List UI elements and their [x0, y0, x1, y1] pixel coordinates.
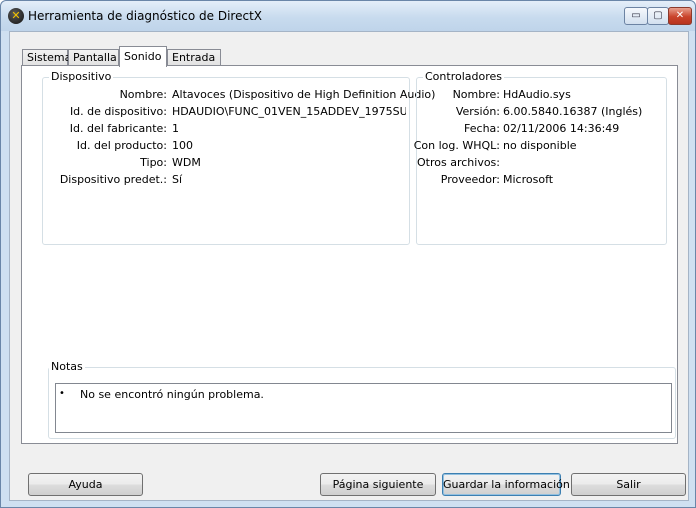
device-type-value: WDM	[172, 156, 201, 169]
default-device-label: Dispositivo predet.:	[59, 173, 167, 186]
default-device-value: Sí	[172, 173, 183, 186]
whql-row: Con log. WHQL: no disponible	[413, 139, 668, 153]
minimize-icon: ▭	[631, 10, 641, 21]
maximize-button[interactable]: ▢	[647, 7, 669, 25]
device-group: Dispositivo Nombre: Altavoces (Dispositi…	[42, 70, 436, 245]
device-id-value: HDAUDIO\FUNC_01VEN_15ADDEV_1975SUBSYS_1	[172, 105, 406, 118]
note-item: No se encontró ningún problema.	[80, 388, 264, 401]
device-group-title: Dispositivo	[49, 70, 114, 83]
manufacturer-id-label: Id. del fabricante:	[69, 122, 167, 135]
other-files-row: Otros archivos:	[417, 156, 668, 170]
help-button[interactable]: Ayuda	[28, 473, 143, 496]
device-type-label: Tipo:	[140, 156, 167, 169]
driver-version-label: Versión:	[455, 105, 500, 118]
device-id-label: Id. de dispositivo:	[69, 105, 167, 118]
driver-name-value: HdAudio.sys	[503, 88, 571, 101]
tab-sonido[interactable]: Sonido	[119, 46, 167, 67]
exit-button[interactable]: Salir	[571, 473, 686, 496]
manufacturer-id-value: 1	[172, 122, 179, 135]
tab-sistema[interactable]: Sistema	[22, 49, 71, 66]
product-id-value: 100	[172, 139, 193, 152]
device-id-row: Id. de dispositivo: HDAUDIO\FUNC_01VEN_1…	[43, 105, 411, 119]
driver-date-row: Fecha: 02/11/2006 14:36:49	[417, 122, 668, 136]
notes-list[interactable]: • No se encontró ningún problema.	[55, 383, 672, 433]
next-page-button[interactable]: Página siguiente	[320, 473, 436, 496]
device-type-row: Tipo: WDM	[43, 156, 411, 170]
minimize-button[interactable]: ▭	[624, 7, 648, 25]
provider-value: Microsoft	[503, 173, 554, 186]
whql-value: no disponible	[503, 139, 577, 152]
client-area: Sistema Pantalla Sonido Entrada Disposit…	[9, 31, 689, 501]
directx-diagnostic-window: ✕ Herramienta de diagnóstico de DirectX …	[0, 0, 696, 508]
device-name-label: Nombre:	[119, 88, 167, 101]
driver-version-row: Versión: 6.00.5840.16387 (Inglés)	[417, 105, 668, 119]
device-name-value: Altavoces (Dispositivo de High Definitio…	[172, 88, 436, 101]
provider-label: Proveedor:	[440, 173, 500, 186]
tab-pantalla[interactable]: Pantalla	[68, 49, 119, 66]
other-files-label: Otros archivos:	[417, 156, 500, 169]
manufacturer-id-row: Id. del fabricante: 1	[43, 122, 411, 136]
driver-date-value: 02/11/2006 14:36:49	[503, 122, 620, 135]
drivers-group-title: Controladores	[423, 70, 504, 83]
provider-row: Proveedor: Microsoft	[417, 173, 668, 187]
maximize-icon: ▢	[653, 10, 663, 21]
drivers-group: Controladores Nombre: HdAudio.sys Versió…	[413, 70, 668, 245]
title-bar[interactable]: ✕ Herramienta de diagnóstico de DirectX …	[1, 1, 695, 31]
sound-tab-panel: Dispositivo Nombre: Altavoces (Dispositi…	[21, 65, 678, 444]
driver-version-value: 6.00.5840.16387 (Inglés)	[503, 105, 643, 118]
product-id-row: Id. del producto: 100	[43, 139, 411, 153]
window-title: Herramienta de diagnóstico de DirectX	[28, 9, 262, 23]
product-id-label: Id. del producto:	[76, 139, 167, 152]
save-info-button[interactable]: Guardar la información...	[442, 473, 580, 496]
notes-group-title: Notas	[49, 360, 85, 373]
whql-label: Con log. WHQL:	[413, 139, 500, 152]
default-device-row: Dispositivo predet.: Sí	[43, 173, 411, 187]
driver-name-row: Nombre: HdAudio.sys	[417, 88, 668, 102]
device-name-row: Nombre: Altavoces (Dispositivo de High D…	[43, 88, 436, 102]
directx-icon: ✕	[8, 8, 24, 24]
driver-name-label: Nombre:	[452, 88, 500, 101]
driver-date-label: Fecha:	[464, 122, 500, 135]
notes-group: Notas • No se encontró ningún problema.	[48, 360, 676, 439]
note-bullet: •	[59, 388, 65, 399]
close-icon: ✕	[675, 10, 685, 21]
close-button[interactable]: ✕	[668, 7, 692, 25]
tab-entrada[interactable]: Entrada	[167, 49, 221, 66]
